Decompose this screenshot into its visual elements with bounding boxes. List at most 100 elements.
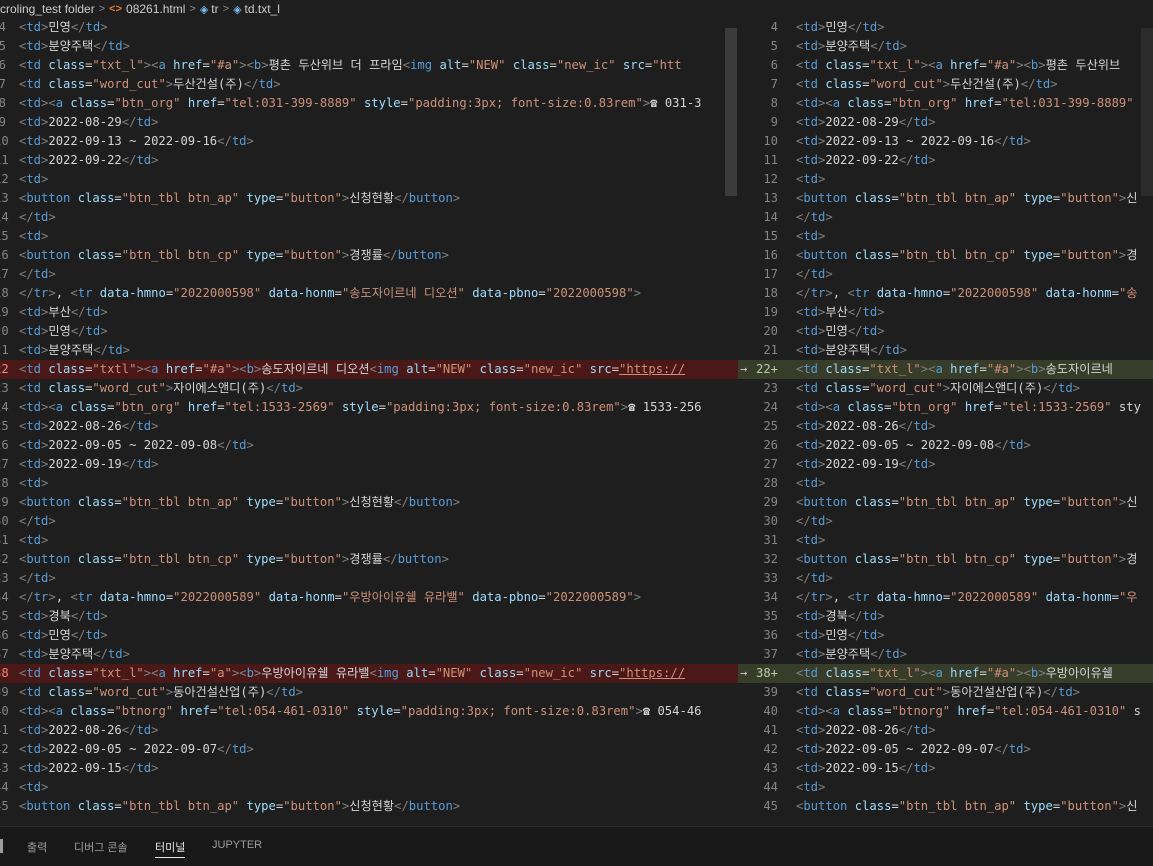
code-line[interactable]: 4 <td>민영</td> bbox=[738, 18, 1153, 37]
code-line[interactable]: 40 <td><a class="btnorg" href="tel:054-46… bbox=[738, 702, 1153, 721]
code-line[interactable]: 29 <button class="btn_tbl btn_ap" type="b… bbox=[0, 493, 738, 512]
revert-arrow-icon[interactable]: → bbox=[740, 360, 747, 379]
code-line[interactable]: 41 <td>2022-08-26</td> bbox=[738, 721, 1153, 740]
breadcrumb-file[interactable]: 08261.html bbox=[126, 2, 185, 16]
code-line[interactable]: 17 </td> bbox=[0, 265, 738, 284]
left-scrollbar-thumb[interactable] bbox=[725, 28, 737, 196]
code-line[interactable]: 7 <td class="word_cut">두산건설(주)</td> bbox=[0, 75, 738, 94]
code-text: <td> bbox=[796, 172, 826, 186]
code-line[interactable]: 41 <td>2022-08-26</td> bbox=[0, 721, 738, 740]
code-line[interactable]: 30 </td> bbox=[0, 512, 738, 531]
code-text: <button class="btn_tbl btn_cp" type="but… bbox=[19, 248, 449, 262]
code-line[interactable]: 21 <td>분양주택</td> bbox=[738, 341, 1153, 360]
code-line[interactable]: 31 <td> bbox=[738, 531, 1153, 550]
code-line[interactable]: 43 <td>2022-09-15</td> bbox=[738, 759, 1153, 778]
code-line[interactable]: 27 <td>2022-09-19</td> bbox=[738, 455, 1153, 474]
diff-line-removed[interactable]: 22 <td class="txtl"><a href="#a"><b>송도자이르… bbox=[0, 360, 738, 379]
code-line[interactable]: 9 <td>2022-08-29</td> bbox=[738, 113, 1153, 132]
diff-modified-pane[interactable]: 4 <td>민영</td> 5 <td>분양주택</td> 6 <td class="tx… bbox=[738, 18, 1153, 826]
code-line[interactable]: 35 <td>경북</td> bbox=[0, 607, 738, 626]
tab-terminal[interactable]: 터미널 bbox=[155, 839, 186, 858]
code-line[interactable]: 5 <td>분양주택</td> bbox=[0, 37, 738, 56]
code-line[interactable]: 11 <td>2022-09-22</td> bbox=[738, 151, 1153, 170]
code-line[interactable]: 33 </td> bbox=[0, 569, 738, 588]
right-scrollbar-thumb[interactable] bbox=[1141, 28, 1153, 196]
code-line[interactable]: 16 <button class="btn_tbl btn_cp" type="b… bbox=[738, 246, 1153, 265]
breadcrumb-folder[interactable]: croling_test folder bbox=[0, 2, 95, 16]
code-line[interactable]: 13 <button class="btn_tbl btn_ap" type="b… bbox=[738, 189, 1153, 208]
diff-line-added[interactable]: → 22+ <td class="txt_l"><a href="#a"><b>송도… bbox=[738, 360, 1153, 379]
code-line[interactable]: 23 <td class="word_cut">자이에스앤디(주)</td> bbox=[0, 379, 738, 398]
code-line[interactable]: 26 <td>2022-09-05 ~ 2022-09-08</td> bbox=[738, 436, 1153, 455]
code-line[interactable]: 20 <td>민영</td> bbox=[738, 322, 1153, 341]
code-line[interactable]: 7 <td class="word_cut">두산건설(주)</td> bbox=[738, 75, 1153, 94]
code-line[interactable]: 39 <td class="word_cut">동아건설산업(주)</td> bbox=[0, 683, 738, 702]
code-line[interactable]: 39 <td class="word_cut">동아건설산업(주)</td> bbox=[738, 683, 1153, 702]
diff-line-removed[interactable]: 38 <td class="txt_l"><a href="a"><b>우방아이유… bbox=[0, 664, 738, 683]
code-line[interactable]: 13 <button class="btn_tbl btn_ap" type="b… bbox=[0, 189, 738, 208]
code-line[interactable]: 24 <td><a class="btn_org" href="tel:1533-… bbox=[0, 398, 738, 417]
code-line[interactable]: 10 <td>2022-09-13 ~ 2022-09-16</td> bbox=[0, 132, 738, 151]
diff-original-pane[interactable]: 4 <td>민영</td> 5 <td>분양주택</td> 6 <td class="tx… bbox=[0, 18, 738, 826]
code-line[interactable]: 19 <td>부산</td> bbox=[738, 303, 1153, 322]
code-line[interactable]: 28 <td> bbox=[0, 474, 738, 493]
code-line[interactable]: 32 <button class="btn_tbl btn_cp" type="b… bbox=[738, 550, 1153, 569]
code-line[interactable]: 4 <td>민영</td> bbox=[0, 18, 738, 37]
code-line[interactable]: 36 <td>민영</td> bbox=[0, 626, 738, 645]
diff-line-added[interactable]: → 38+ <td class="txt_l"><a href="#a"><b>우방… bbox=[738, 664, 1153, 683]
code-line[interactable]: 14 </td> bbox=[0, 208, 738, 227]
code-line[interactable]: 36 <td>민영</td> bbox=[738, 626, 1153, 645]
code-line[interactable]: 44 <td> bbox=[0, 778, 738, 797]
code-line[interactable]: 28 <td> bbox=[738, 474, 1153, 493]
code-line[interactable]: 17 </td> bbox=[738, 265, 1153, 284]
code-line[interactable]: 10 <td>2022-09-13 ~ 2022-09-16</td> bbox=[738, 132, 1153, 151]
code-line[interactable]: 45 <button class="btn_tbl btn_ap" type="b… bbox=[738, 797, 1153, 816]
code-line[interactable]: 14 </td> bbox=[738, 208, 1153, 227]
code-line[interactable]: 20 <td>민영</td> bbox=[0, 322, 738, 341]
code-line[interactable]: 25 <td>2022-08-26</td> bbox=[0, 417, 738, 436]
code-line[interactable]: 18 </tr>, <tr data-hmno="2022000598" data… bbox=[0, 284, 738, 303]
code-line[interactable]: 5 <td>분양주택</td> bbox=[738, 37, 1153, 56]
code-line[interactable]: 19 <td>부산</td> bbox=[0, 303, 738, 322]
code-line[interactable]: 33 </td> bbox=[738, 569, 1153, 588]
code-line[interactable]: 6 <td class="txt_l"><a href="#a"><b>평촌 두산… bbox=[738, 56, 1153, 75]
code-line[interactable]: 12 <td> bbox=[0, 170, 738, 189]
code-line[interactable]: 37 <td>분양주택</td> bbox=[0, 645, 738, 664]
code-line[interactable]: 8 <td><a class="btn_org" href="tel:031-39… bbox=[0, 94, 738, 113]
breadcrumb-node-td[interactable]: td.txt_l bbox=[245, 2, 280, 16]
code-line[interactable]: 43 <td>2022-09-15</td> bbox=[0, 759, 738, 778]
code-line[interactable]: 12 <td> bbox=[738, 170, 1153, 189]
code-line[interactable]: 15 <td> bbox=[0, 227, 738, 246]
code-line[interactable]: 35 <td>경북</td> bbox=[738, 607, 1153, 626]
code-line[interactable]: 26 <td>2022-09-05 ~ 2022-09-08</td> bbox=[0, 436, 738, 455]
code-line[interactable]: 8 <td><a class="btn_org" href="tel:031-39… bbox=[738, 94, 1153, 113]
code-line[interactable]: 44 <td> bbox=[738, 778, 1153, 797]
code-line[interactable]: 34 </tr>, <tr data-hmno="2022000589" data… bbox=[738, 588, 1153, 607]
code-line[interactable]: 16 <button class="btn_tbl btn_cp" type="b… bbox=[0, 246, 738, 265]
code-line[interactable]: 15 <td> bbox=[738, 227, 1153, 246]
code-line[interactable]: 30 </td> bbox=[738, 512, 1153, 531]
revert-arrow-icon[interactable]: → bbox=[740, 664, 747, 683]
code-line[interactable]: 23 <td class="word_cut">자이에스앤디(주)</td> bbox=[738, 379, 1153, 398]
code-line[interactable]: 34 </tr>, <tr data-hmno="2022000589" data… bbox=[0, 588, 738, 607]
code-line[interactable]: 37 <td>분양주택</td> bbox=[738, 645, 1153, 664]
code-line[interactable]: 29 <button class="btn_tbl btn_ap" type="b… bbox=[738, 493, 1153, 512]
code-line[interactable]: 31 <td> bbox=[0, 531, 738, 550]
code-line[interactable]: 25 <td>2022-08-26</td> bbox=[738, 417, 1153, 436]
code-line[interactable]: 9 <td>2022-08-29</td> bbox=[0, 113, 738, 132]
tab-debug-console[interactable]: 디버그 콘솔 bbox=[74, 839, 128, 855]
code-line[interactable]: 27 <td>2022-09-19</td> bbox=[0, 455, 738, 474]
code-line[interactable]: 40 <td><a class="btnorg" href="tel:054-46… bbox=[0, 702, 738, 721]
code-line[interactable]: 6 <td class="txt_l"><a href="#a"><b>평촌 두산… bbox=[0, 56, 738, 75]
code-line[interactable]: 11 <td>2022-09-22</td> bbox=[0, 151, 738, 170]
code-line[interactable]: 42 <td>2022-09-05 ~ 2022-09-07</td> bbox=[0, 740, 738, 759]
code-line[interactable]: 18 </tr>, <tr data-hmno="2022000598" data… bbox=[738, 284, 1153, 303]
code-line[interactable]: 42 <td>2022-09-05 ~ 2022-09-07</td> bbox=[738, 740, 1153, 759]
code-line[interactable]: 32 <button class="btn_tbl btn_cp" type="b… bbox=[0, 550, 738, 569]
code-line[interactable]: 45 <button class="btn_tbl btn_ap" type="b… bbox=[0, 797, 738, 816]
code-line[interactable]: 21 <td>분양주택</td> bbox=[0, 341, 738, 360]
code-line[interactable]: 24 <td><a class="btn_org" href="tel:1533-… bbox=[738, 398, 1153, 417]
tab-jupyter[interactable]: JUPYTER bbox=[212, 839, 262, 851]
tab-output[interactable]: 출력 bbox=[27, 839, 47, 855]
breadcrumb-node-tr[interactable]: tr bbox=[211, 2, 218, 16]
